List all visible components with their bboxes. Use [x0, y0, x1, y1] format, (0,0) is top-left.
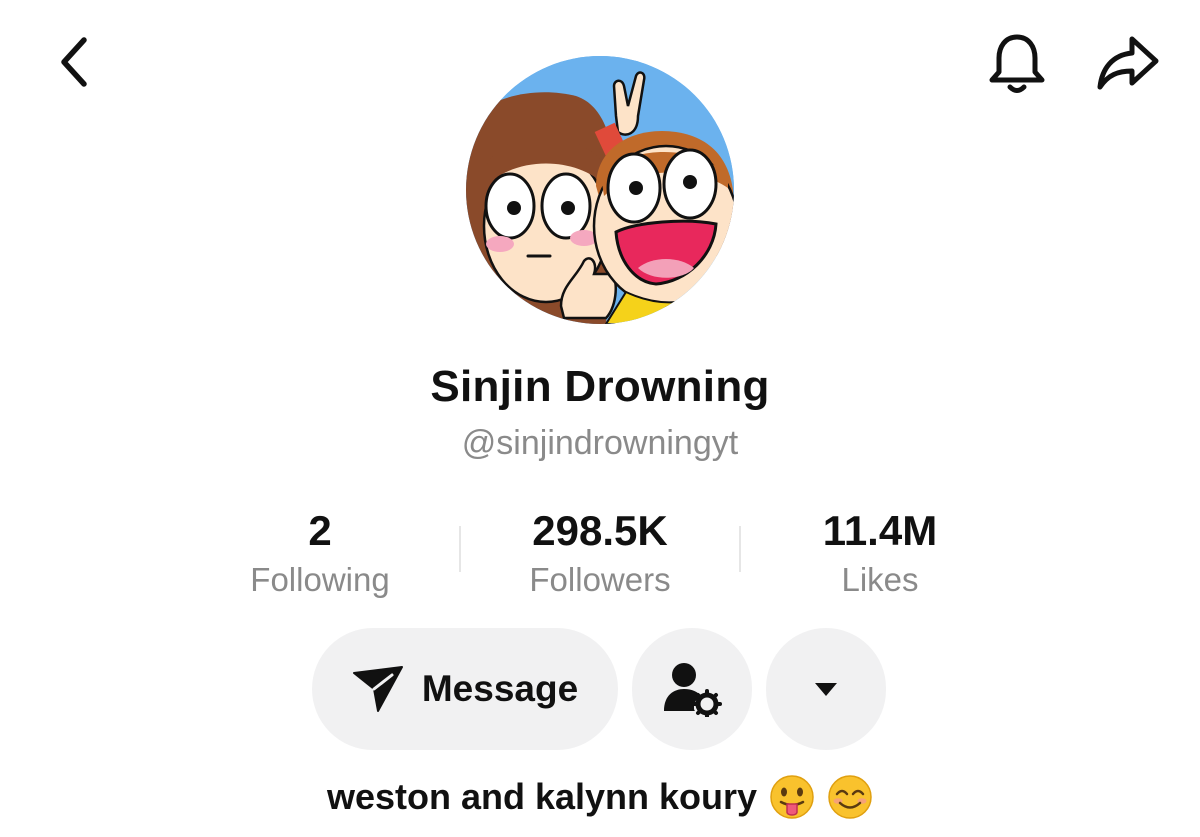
- username-handle: @sinjindrowningyt: [461, 424, 739, 462]
- caret-down-icon: [815, 683, 837, 696]
- stat-label: Followers: [529, 561, 671, 598]
- stat-likes[interactable]: 11.4M Likes: [760, 506, 1000, 602]
- stat-divider: [459, 526, 461, 572]
- send-icon: [352, 666, 403, 712]
- stat-divider: [739, 526, 741, 572]
- share-button[interactable]: [1090, 30, 1166, 96]
- notification-bell-button[interactable]: [982, 30, 1052, 98]
- display-name: Sinjin Drowning: [430, 362, 770, 411]
- friend-settings-button[interactable]: [632, 628, 752, 750]
- bio: weston and kalynn koury: [0, 774, 1200, 820]
- more-options-button[interactable]: [766, 628, 886, 750]
- stat-value: 298.5K: [532, 507, 668, 554]
- tongue-emoji-icon: [770, 775, 814, 819]
- stat-value: 2: [308, 507, 332, 554]
- smiling-emoji: [827, 774, 873, 820]
- message-button-label: Message: [421, 668, 579, 709]
- smile-emoji-icon: [828, 775, 872, 819]
- stat-label: Following: [250, 561, 390, 598]
- stat-followers[interactable]: 298.5K Followers: [480, 506, 720, 602]
- bell-icon: [989, 34, 1045, 93]
- stat-label: Likes: [841, 561, 919, 598]
- back-button[interactable]: [44, 30, 104, 94]
- bio-text: weston and kalynn koury: [326, 776, 758, 817]
- tongue-out-emoji: [769, 774, 815, 820]
- share-arrow-icon: [1097, 36, 1159, 90]
- user-settings-icon: [664, 663, 722, 717]
- stat-following[interactable]: 2 Following: [200, 506, 440, 602]
- chevron-left-icon: [61, 37, 87, 87]
- avatar-illustration: [466, 56, 734, 324]
- message-button[interactable]: Message: [312, 628, 618, 750]
- stat-value: 11.4M: [822, 507, 938, 554]
- profile-avatar[interactable]: [466, 56, 734, 324]
